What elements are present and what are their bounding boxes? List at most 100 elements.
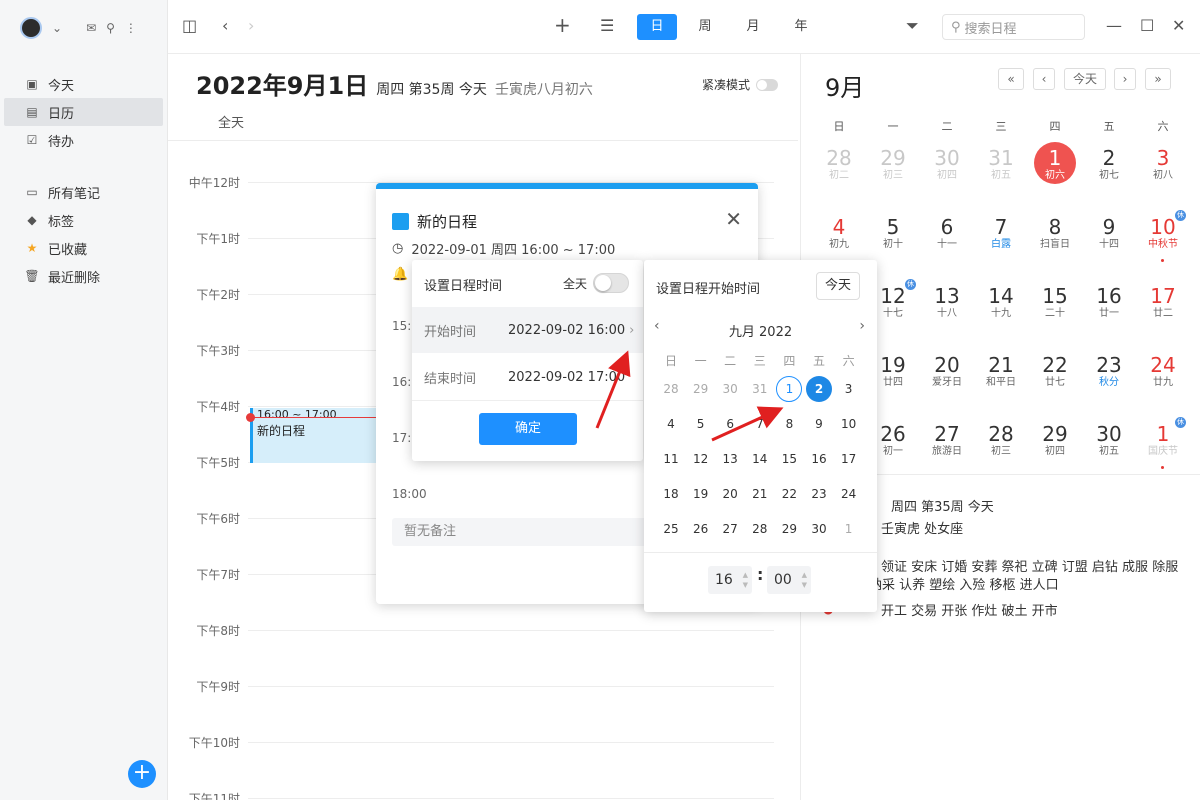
filter-icon[interactable]: ⏷ xyxy=(906,16,919,36)
hour-row[interactable]: 下午10时 xyxy=(168,736,798,750)
search-input[interactable]: ⚲ 搜索日程 xyxy=(942,14,1085,40)
sidebar-item-favorites[interactable]: ★ 已收藏 xyxy=(0,234,167,262)
date-cell[interactable]: 18 xyxy=(658,481,684,507)
hour-row[interactable]: 下午11时 xyxy=(168,792,798,800)
date-cell[interactable]: 10 xyxy=(836,411,862,437)
maximize-icon[interactable]: ☐ xyxy=(1140,16,1154,35)
sidebar-item-calendar[interactable]: ▤ 日历 xyxy=(4,98,163,126)
date-cell[interactable]: 19 xyxy=(688,481,714,507)
hour-row[interactable]: 下午9时 xyxy=(168,680,798,694)
calendar-day-cell[interactable]: 22 廿七 xyxy=(1028,353,1082,413)
minute-spinner[interactable]: 00 ▲ ▼ xyxy=(767,566,811,594)
toggle-switch[interactable] xyxy=(756,78,779,91)
calendar-day-cell[interactable]: 29 初三 xyxy=(866,146,920,206)
date-cell[interactable]: 21 xyxy=(747,481,773,507)
confirm-button[interactable]: 确定 xyxy=(479,413,577,445)
tab-month[interactable]: 月 xyxy=(733,14,773,40)
up-arrow-icon[interactable]: ▲ xyxy=(802,571,807,579)
date-cell[interactable]: 14 xyxy=(747,446,773,472)
date-cell[interactable]: 15 xyxy=(776,446,802,472)
calendar-day-cell[interactable]: 7 白露 xyxy=(974,215,1028,275)
up-arrow-icon[interactable]: ▲ xyxy=(743,571,748,579)
tab-day[interactable]: 日 xyxy=(637,14,677,40)
date-cell[interactable]: 16 xyxy=(806,446,832,472)
date-cell[interactable]: 27 xyxy=(717,516,743,542)
start-time-row[interactable]: 开始时间 2022-09-02 16:00 › xyxy=(412,307,643,353)
calendar-day-cell[interactable]: 10 中秋节休 xyxy=(1136,210,1190,275)
mail-icon[interactable]: ✉ xyxy=(86,21,96,35)
date-cell[interactable]: 23 xyxy=(806,481,832,507)
search-icon[interactable]: ⚲ xyxy=(106,21,115,35)
add-button[interactable]: + xyxy=(128,760,156,788)
more-icon[interactable]: ⋮ xyxy=(125,21,137,35)
hour-row[interactable]: 下午8时 xyxy=(168,624,798,638)
date-cell[interactable]: 1 xyxy=(836,516,862,542)
date-cell[interactable]: 12 xyxy=(688,446,714,472)
date-cell[interactable]: 30 xyxy=(806,516,832,542)
forward-icon[interactable]: › xyxy=(248,16,254,35)
calendar-day-cell[interactable]: 30 初四 xyxy=(920,146,974,206)
date-cell[interactable]: 28 xyxy=(747,516,773,542)
popup-title-text[interactable]: 新的日程 xyxy=(417,211,477,232)
sidebar-item-all-notes[interactable]: ▭ 所有笔记 xyxy=(0,178,167,206)
prev-year-button[interactable]: « xyxy=(998,68,1024,90)
minimize-icon[interactable]: — xyxy=(1106,16,1122,35)
date-cell[interactable]: 4 xyxy=(658,411,684,437)
date-cell[interactable]: 13 xyxy=(717,446,743,472)
color-swatch[interactable] xyxy=(392,213,409,230)
date-cell[interactable]: 1 xyxy=(776,376,803,402)
calendar-day-cell[interactable]: 20 爱牙日 xyxy=(920,353,974,413)
date-cell[interactable]: 2 xyxy=(806,376,832,402)
close-window-icon[interactable]: ✕ xyxy=(1172,16,1185,35)
sidebar-toggle-icon[interactable]: ◫ xyxy=(182,16,197,35)
sidebar-item-todo[interactable]: ☑ 待办 xyxy=(0,126,167,154)
hour-spinner[interactable]: 16 ▲ ▼ xyxy=(708,566,752,594)
calendar-day-cell[interactable]: 14 十九 xyxy=(974,284,1028,344)
chevron-down-icon[interactable]: ⌄ xyxy=(52,21,62,35)
close-icon[interactable]: ✕ xyxy=(725,207,742,231)
calendar-day-cell[interactable]: 16 廿一 xyxy=(1082,284,1136,344)
list-icon[interactable]: ☰ xyxy=(600,16,614,35)
sidebar-item-today[interactable]: ▣ 今天 xyxy=(0,70,167,98)
date-cell[interactable]: 30 xyxy=(717,376,743,402)
avatar[interactable] xyxy=(20,17,42,39)
calendar-day-cell[interactable]: 3 初八 xyxy=(1136,146,1190,206)
calendar-day-cell[interactable]: 28 初二 xyxy=(812,146,866,206)
date-cell[interactable]: 9 xyxy=(806,411,832,437)
note-field[interactable]: 暂无备注 xyxy=(392,518,662,546)
down-arrow-icon[interactable]: ▼ xyxy=(802,581,807,589)
date-cell[interactable]: 29 xyxy=(776,516,802,542)
toggle-switch[interactable] xyxy=(593,273,629,293)
date-cell[interactable]: 28 xyxy=(658,376,684,402)
date-cell[interactable]: 5 xyxy=(688,411,714,437)
today-button[interactable]: 今天 xyxy=(816,272,860,300)
date-cell[interactable]: 29 xyxy=(688,376,714,402)
next-year-button[interactable]: » xyxy=(1145,68,1171,90)
allday-toggle[interactable]: 全天 xyxy=(563,273,629,293)
date-cell[interactable]: 24 xyxy=(836,481,862,507)
today-button[interactable]: 今天 xyxy=(1064,68,1106,90)
end-time-row[interactable]: 结束时间 2022-09-02 17:00 xyxy=(412,354,643,400)
calendar-day-cell[interactable]: 15 二十 xyxy=(1028,284,1082,344)
calendar-day-cell[interactable]: 13 十八 xyxy=(920,284,974,344)
prev-month-button[interactable]: ‹ xyxy=(1033,68,1055,90)
date-cell[interactable]: 22 xyxy=(776,481,802,507)
calendar-day-cell[interactable]: 8 扫盲日 xyxy=(1028,215,1082,275)
compact-mode-toggle[interactable]: 紧凑模式 xyxy=(702,76,779,93)
date-cell[interactable]: 8 xyxy=(776,411,802,437)
date-cell[interactable]: 3 xyxy=(836,376,862,402)
calendar-day-cell[interactable]: 9 十四 xyxy=(1082,215,1136,275)
date-cell[interactable]: 25 xyxy=(658,516,684,542)
calendar-day-cell[interactable]: 6 十一 xyxy=(920,215,974,275)
calendar-day-cell[interactable]: 31 初五 xyxy=(974,146,1028,206)
calendar-day-cell[interactable]: 30 初五 xyxy=(1082,422,1136,482)
bell-icon[interactable]: 🔔 xyxy=(392,267,408,282)
next-month-button[interactable]: › xyxy=(1114,68,1136,90)
next-month-icon[interactable]: › xyxy=(859,318,865,334)
date-cell[interactable]: 17 xyxy=(836,446,862,472)
calendar-day-cell[interactable]: 28 初三 xyxy=(974,422,1028,482)
calendar-day-cell[interactable]: 17 廿二 xyxy=(1136,284,1190,344)
sidebar-item-trash[interactable]: 🗑 最近删除 xyxy=(0,262,167,290)
date-cell[interactable]: 11 xyxy=(658,446,684,472)
date-cell[interactable]: 26 xyxy=(688,516,714,542)
